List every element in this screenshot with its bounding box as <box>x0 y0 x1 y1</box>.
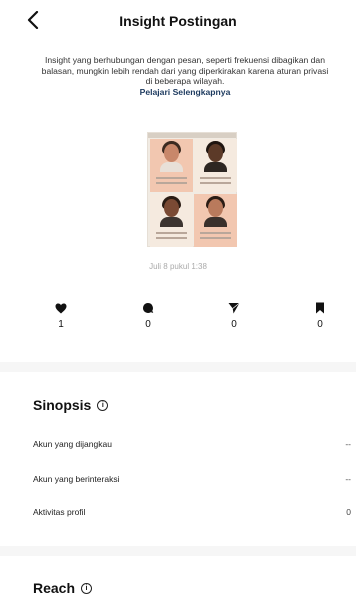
post-date: Juli 8 pukul 1:38 <box>149 262 207 271</box>
sinopsis-title: Sinopsis <box>33 397 92 413</box>
learn-more-link[interactable]: Pelajari Selengkapnya <box>40 87 330 98</box>
info-icon[interactable]: i <box>81 582 93 594</box>
comments-count: 0 <box>145 319 151 330</box>
shares-stat: 0 <box>214 300 254 330</box>
privacy-notice: Insight yang berhubungan dengan pesan, s… <box>40 55 330 97</box>
likes-stat: 1 <box>41 300 81 330</box>
metric-value: -- <box>345 439 351 449</box>
metric-value: -- <box>345 474 351 484</box>
metric-label: Akun yang berinteraksi <box>33 474 120 484</box>
saves-count: 0 <box>317 319 323 330</box>
privacy-notice-text: Insight yang berhubungan dengan pesan, s… <box>41 55 329 86</box>
share-icon <box>214 300 254 316</box>
page-title: Insight Postingan <box>119 13 237 29</box>
post-panel <box>150 194 193 247</box>
shares-count: 0 <box>231 319 237 330</box>
metric-label: Aktivitas profil <box>33 507 86 517</box>
metric-row-accounts-engaged: Akun yang berinteraksi -- <box>33 474 351 488</box>
section-divider <box>0 362 356 372</box>
top-bar: Insight Postingan <box>0 0 356 44</box>
metric-label: Akun yang dijangkau <box>33 439 112 449</box>
post-panel <box>194 139 237 192</box>
heart-icon <box>41 300 81 316</box>
metric-row-accounts-reached: Akun yang dijangkau -- <box>33 439 351 453</box>
info-icon[interactable]: i <box>97 399 109 411</box>
section-divider <box>0 546 356 556</box>
comment-icon <box>128 300 168 316</box>
saves-stat: 0 <box>300 300 340 330</box>
reach-heading: Reach i <box>33 580 93 596</box>
reach-title: Reach <box>33 580 76 596</box>
post-panel <box>194 194 237 247</box>
comments-stat: 0 <box>128 300 168 330</box>
metric-value: 0 <box>346 507 351 517</box>
bookmark-icon <box>300 300 340 316</box>
likes-count: 1 <box>58 319 64 330</box>
post-header-strip <box>148 133 236 138</box>
sinopsis-heading: Sinopsis i <box>33 397 109 413</box>
engagement-stats: 1 0 0 0 <box>0 300 356 340</box>
post-panel <box>150 139 193 192</box>
post-thumbnail[interactable] <box>147 132 237 247</box>
metric-row-profile-activity: Aktivitas profil 0 <box>33 507 351 521</box>
